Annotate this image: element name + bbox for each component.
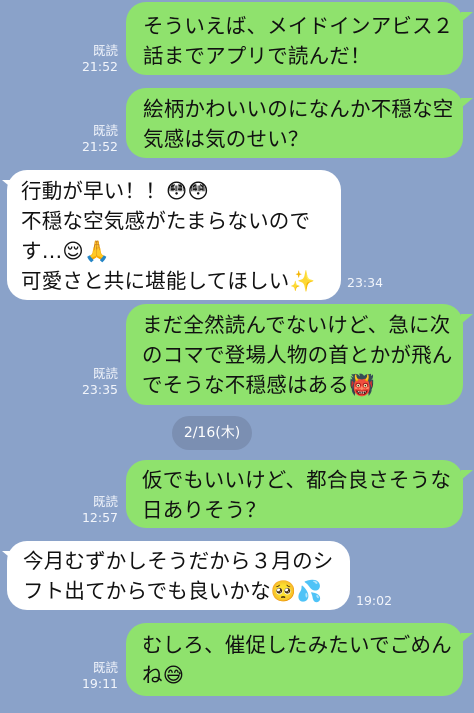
message-line: むしろ、催促したみたいでごめん — [142, 633, 452, 657]
message-line: 可愛さと共に堪能してほしい✨ — [21, 269, 316, 293]
read-receipt: 既読 12:57 — [81, 494, 118, 525]
bubble-tail — [461, 12, 473, 22]
message-bubble-incoming[interactable]: 行動が早い！！😳😳 不穏な空気感がたまらないので す…😌🙏 可愛さと共に堪能して… — [7, 170, 341, 300]
message-line: そういえば、メイドインアビス２ — [143, 14, 454, 38]
message-time: 23:34 — [347, 275, 384, 290]
message-line: 仮でもいいけど、都合良さそうな — [142, 468, 452, 492]
message-line: ね😅 — [142, 663, 185, 687]
bubble-tail — [461, 633, 473, 643]
message-line: フト出てからでも良いかな🥺💦 — [23, 579, 323, 603]
message-line: 話までアプリで読んだ！ — [143, 44, 371, 68]
message-line: す…😌🙏 — [21, 239, 110, 263]
message-line: 日ありそう？ — [142, 498, 267, 522]
message-bubble-outgoing[interactable]: そういえば、メイドインアビス２ 話までアプリで読んだ！ — [126, 2, 463, 75]
message-bubble-outgoing[interactable]: 絵柄かわいいのになんか不穏な空 気感は気のせい？ — [126, 88, 463, 158]
message-line: 絵柄かわいいのになんか不穏な空 — [143, 97, 454, 121]
message-line: 不穏な空気感がたまらないので — [21, 209, 311, 233]
bubble-tail — [461, 98, 473, 108]
read-receipt: 既読 21:52 — [81, 123, 118, 154]
message-line: でそうな不穏感はある👹 — [142, 373, 375, 397]
message-line: まだ全然読んでないけど、急に次 — [142, 313, 451, 337]
read-receipt: 既読 21:52 — [81, 43, 118, 74]
read-receipt: 既読 19:11 — [81, 660, 118, 691]
message-bubble-incoming[interactable]: 今月むずかしそうだから３月のシ フト出てからでも良いかな🥺💦 — [7, 541, 350, 610]
message-line: のコマで登場人物の首とかが飛ん — [142, 343, 453, 367]
message-time: 19:02 — [356, 593, 393, 608]
read-receipt: 既読 23:35 — [81, 366, 118, 397]
message-line: 行動が早い！！😳😳 — [21, 179, 210, 203]
bubble-tail — [461, 470, 473, 480]
message-bubble-outgoing[interactable]: むしろ、催促したみたいでごめん ね😅 — [126, 623, 463, 696]
message-line: 今月むずかしそうだから３月のシ — [23, 549, 334, 573]
message-bubble-outgoing[interactable]: 仮でもいいけど、都合良さそうな 日ありそう？ — [126, 460, 463, 528]
bubble-tail — [461, 314, 473, 324]
message-bubble-outgoing[interactable]: まだ全然読んでないけど、急に次 のコマで登場人物の首とかが飛ん でそうな不穏感は… — [126, 304, 463, 405]
message-line: 気感は気のせい？ — [143, 127, 309, 151]
date-separator: 2/16(木) — [172, 416, 252, 450]
